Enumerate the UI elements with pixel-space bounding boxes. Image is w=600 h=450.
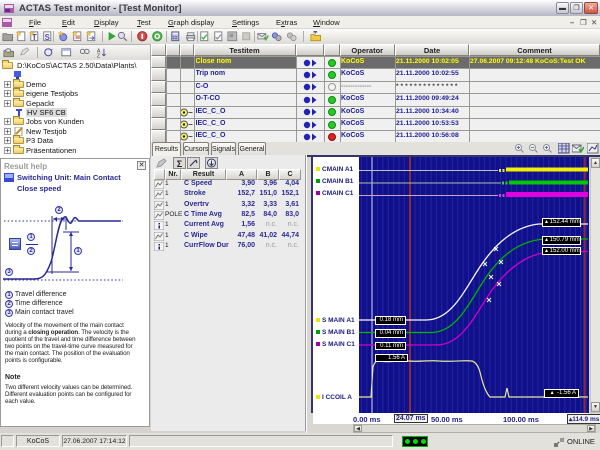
svg-text:S: S	[45, 33, 50, 42]
